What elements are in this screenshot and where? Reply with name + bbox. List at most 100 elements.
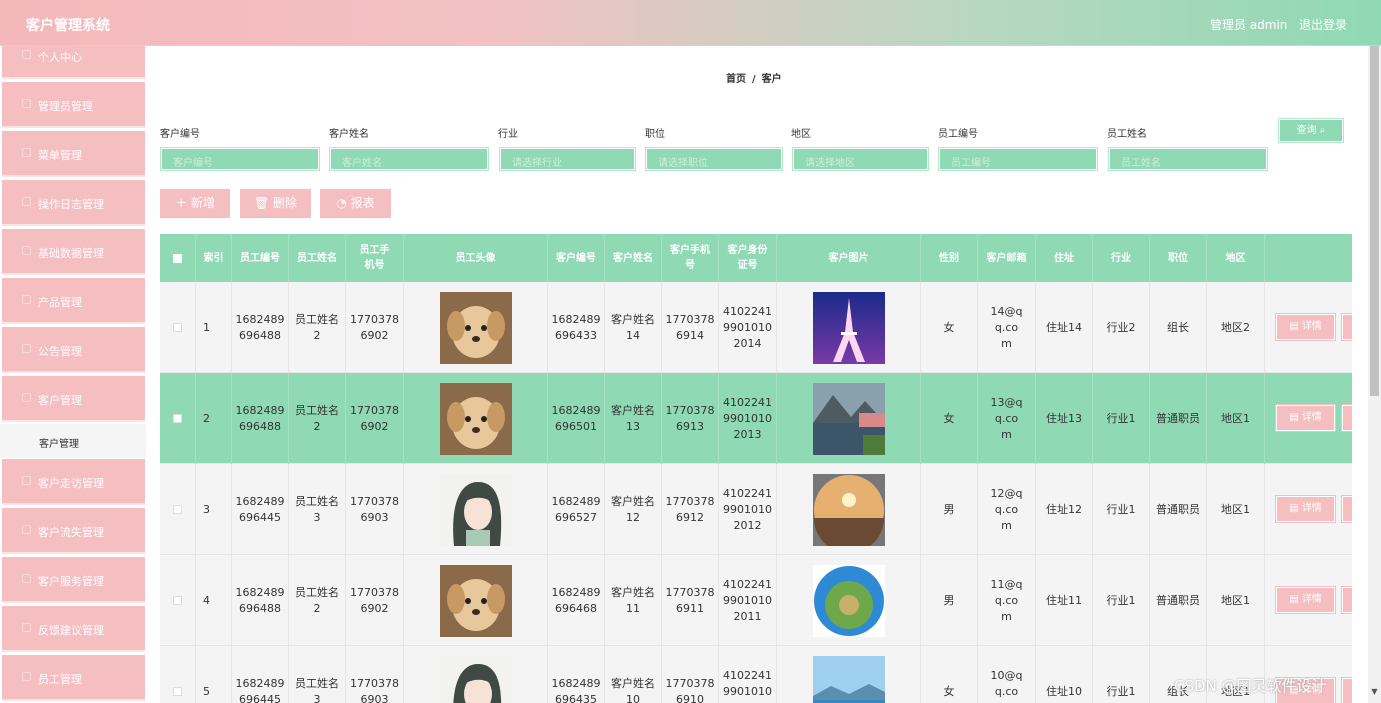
customer-picture-cell [777, 464, 921, 555]
cust-no-input[interactable]: 客户编号 [160, 147, 320, 171]
input-placeholder: 请选择地区 [805, 158, 855, 169]
cell-text: 14@q q.co m [990, 304, 1023, 350]
sidebar-item-employees[interactable]: 员工管理 [2, 655, 145, 701]
sidebar-item-label: 客户走访管理 [38, 477, 104, 490]
sidebar-item-admins[interactable]: 管理员管理 [2, 82, 145, 128]
column-header: 性别 [921, 234, 978, 282]
cell-text: 男 [943, 502, 955, 516]
select-all-checkbox[interactable] [173, 253, 182, 263]
puppy-image[interactable] [439, 382, 512, 455]
cell-text: 员工姓名 2 [295, 585, 339, 615]
scrollbar-thumb[interactable] [1370, 46, 1379, 396]
lake-town-image[interactable] [812, 382, 885, 455]
sidebar-item-visits[interactable]: 客户走访管理 [2, 459, 145, 505]
column-header: 住址 [1036, 234, 1093, 282]
blue-lake-image[interactable] [812, 655, 885, 703]
cell-text: 普通职员 [1156, 411, 1200, 425]
sidebar-item-products[interactable]: 产品管理 [2, 278, 145, 324]
cell-emp-phone: 1770378 6902 [346, 373, 404, 464]
breadcrumb-home[interactable]: 首页 [726, 74, 746, 85]
report-button[interactable]: ◔ 报表 [320, 189, 391, 218]
cell-index: 3 [196, 464, 232, 555]
admin-label: 管理员 admin [1210, 18, 1288, 32]
edit-button[interactable] [1342, 587, 1352, 613]
emp-name-input[interactable]: 员工姓名 [1108, 147, 1268, 171]
edit-button[interactable] [1342, 314, 1352, 340]
cell-emp-phone: 1770378 6902 [346, 282, 404, 373]
product-icon [22, 295, 31, 304]
cell-text: 员工姓名 3 [295, 494, 339, 524]
cell-index: 5 [196, 646, 232, 703]
cell-industry: 行业1 [1093, 555, 1150, 646]
sidebar-item-services[interactable]: 客户服务管理 [2, 557, 145, 603]
position-select[interactable]: 请选择职位 [645, 147, 783, 171]
filter-label-emp-no: 员工编号 [938, 129, 978, 140]
column-header: 索引 [196, 234, 232, 282]
sidebar-item-label: 基础数据管理 [38, 247, 104, 260]
green-planet-image[interactable] [812, 564, 885, 637]
cell-emp-phone: 1770378 6903 [346, 464, 404, 555]
admin-icon [22, 99, 31, 108]
row-checkbox-cell [160, 555, 196, 646]
page-scrollbar[interactable]: ▼ [1368, 46, 1381, 703]
cell-email: 10@q q.co m [978, 646, 1036, 703]
cell-text: 女 [943, 320, 955, 334]
cell-text: 客户姓名 10 [611, 676, 655, 703]
logout-link[interactable]: 退出登录 [1299, 16, 1347, 33]
detail-button[interactable]: ▤ 详情 [1276, 405, 1335, 431]
edit-button[interactable] [1342, 678, 1352, 703]
sidebar-item-feedback[interactable]: 反馈建议管理 [2, 606, 145, 652]
industry-select[interactable]: 请选择行业 [499, 147, 636, 171]
anime-girl-image[interactable] [439, 655, 512, 703]
detail-button[interactable]: ▤ 详情 [1276, 587, 1335, 613]
cell-text: 住址12 [1046, 502, 1082, 516]
cell-text: 1682489 696445 [235, 676, 285, 703]
customer-icon [22, 393, 31, 402]
scroll-down-icon[interactable]: ▼ [1370, 686, 1379, 698]
row-checkbox[interactable] [173, 596, 182, 605]
cell-text: 住址10 [1046, 684, 1082, 698]
sunset-planet-image[interactable] [812, 473, 885, 553]
puppy-image[interactable] [439, 564, 512, 637]
region-select[interactable]: 请选择地区 [792, 147, 929, 171]
query-button[interactable]: 查询 ⌕ [1278, 118, 1344, 143]
sidebar-item-customers[interactable]: 客户管理 [2, 376, 145, 422]
cell-emp-name: 员工姓名 3 [289, 464, 346, 555]
delete-button[interactable]: 🗑 删除 [240, 189, 311, 218]
sidebar-item-menus[interactable]: 菜单管理 [2, 131, 145, 177]
cell-emp-name: 员工姓名 2 [289, 282, 346, 373]
cell-industry: 行业1 [1093, 464, 1150, 555]
sidebar-item-basedata[interactable]: 基础数据管理 [2, 229, 145, 275]
row-checkbox-cell [160, 282, 196, 373]
sidebar-item-notices[interactable]: 公告管理 [2, 327, 145, 373]
table-row[interactable]: 3 1682489 696445 员工姓名 3 1770378 6903 1682489… [160, 464, 1352, 555]
table-row[interactable]: 1 1682489 696488 员工姓名 2 1770378 6902 1682489… [160, 282, 1352, 373]
row-checkbox[interactable] [173, 323, 182, 332]
anime-girl-image[interactable] [439, 473, 512, 546]
edit-button[interactable] [1342, 496, 1352, 522]
eiffel-tower-image[interactable] [812, 291, 885, 364]
edit-button[interactable] [1342, 405, 1352, 431]
add-button[interactable]: ＋ 新增 [160, 189, 230, 218]
detail-button[interactable]: ▤ 详情 [1276, 496, 1335, 522]
sidebar-item-churn[interactable]: 客户流失管理 [2, 508, 145, 554]
emp-no-input[interactable]: 员工编号 [938, 147, 1098, 171]
cell-industry: 行业1 [1093, 373, 1150, 464]
row-checkbox[interactable] [173, 414, 182, 423]
table-row[interactable]: 2 1682489 696488 员工姓名 2 1770378 6902 1682489… [160, 373, 1352, 464]
detail-button[interactable]: ▤ 详情 [1276, 314, 1335, 340]
puppy-image[interactable] [439, 291, 512, 364]
table-row[interactable]: 4 1682489 696488 员工姓名 2 1770378 6902 1682489… [160, 555, 1352, 646]
pie-chart-icon: ◔ [336, 196, 347, 210]
sidebar-subitem-customers[interactable]: 客户管理 [0, 424, 146, 458]
row-checkbox[interactable] [173, 505, 182, 514]
visit-icon [22, 476, 31, 485]
cust-name-input[interactable]: 客户姓名 [329, 147, 489, 171]
user-icon [22, 50, 31, 59]
column-header: 客户身份证号 [719, 234, 777, 282]
sidebar-item-profile[interactable]: 个人中心 [2, 46, 145, 79]
sidebar-item-logs[interactable]: 操作日志管理 [2, 180, 145, 226]
row-checkbox[interactable] [173, 687, 182, 696]
cell-address: 住址11 [1036, 555, 1093, 646]
cell-text: 女 [943, 684, 955, 698]
